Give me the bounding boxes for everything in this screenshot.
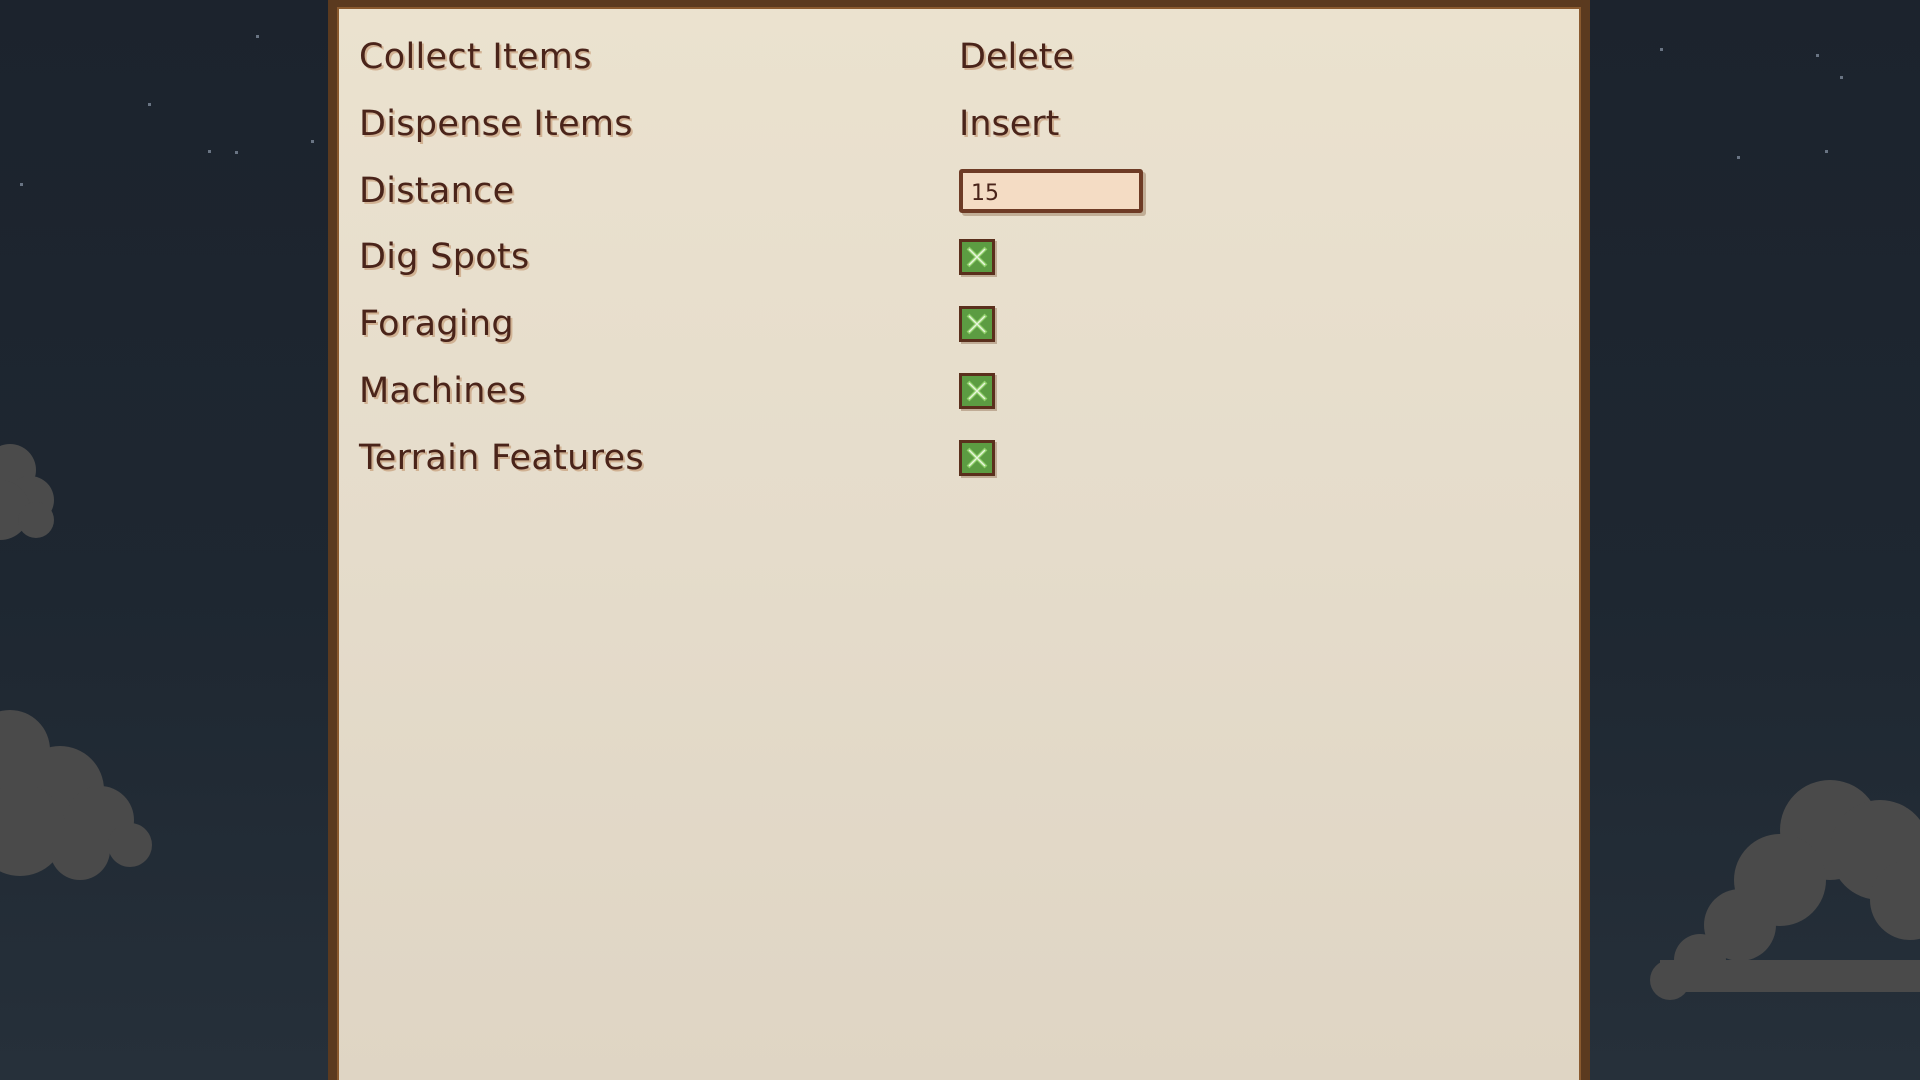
setting-row-terrain-features: Terrain Features [337, 428, 1581, 488]
foraging-checkbox[interactable] [959, 306, 995, 342]
setting-row-machines: Machines [337, 361, 1581, 421]
cloud-left-lower [0, 710, 152, 880]
checkmark-x-icon [966, 246, 988, 268]
setting-label: Collect Items [359, 37, 592, 77]
keybind-button[interactable]: Insert [959, 104, 1059, 144]
machines-checkbox[interactable] [959, 373, 995, 409]
distance-input[interactable]: 15 [959, 169, 1143, 213]
setting-row-dig-spots: Dig Spots [337, 227, 1581, 287]
terrain-features-checkbox[interactable] [959, 440, 995, 476]
setting-label: Foraging [359, 304, 514, 344]
setting-label: Terrain Features [359, 438, 644, 478]
checkmark-x-icon [966, 313, 988, 335]
cloud-right [1650, 780, 1920, 1000]
cloud-left-upper [0, 444, 54, 540]
setting-label: Machines [359, 371, 527, 411]
setting-row-distance: Distance 15 [337, 161, 1581, 221]
setting-row-dispense-items: Dispense Items Insert [337, 94, 1581, 154]
setting-row-foraging: Foraging [337, 294, 1581, 354]
setting-label: Dig Spots [359, 237, 530, 277]
setting-label: Distance [359, 171, 515, 211]
keybind-button[interactable]: Delete [959, 37, 1074, 77]
checkmark-x-icon [966, 447, 988, 469]
dig-spots-checkbox[interactable] [959, 239, 995, 275]
setting-label: Dispense Items [359, 104, 633, 144]
setting-row-collect-items: Collect Items Delete [337, 27, 1581, 87]
settings-panel: Collect Items Delete Dispense Items Inse… [328, 0, 1590, 1080]
checkmark-x-icon [966, 380, 988, 402]
